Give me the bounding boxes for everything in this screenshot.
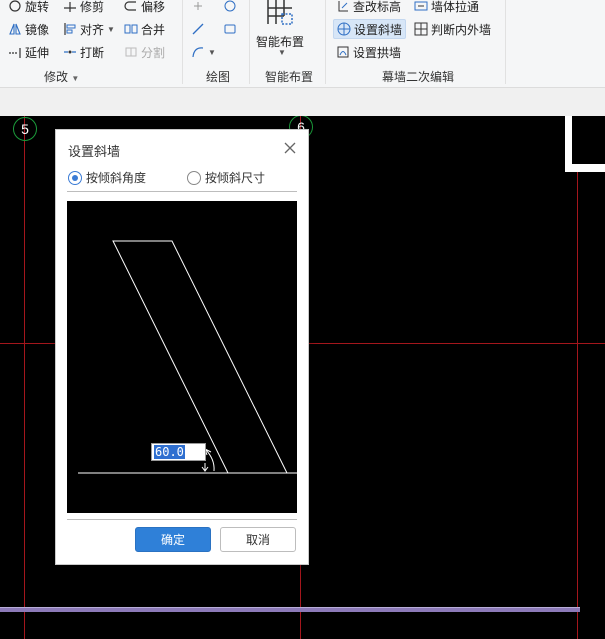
divider <box>67 191 297 192</box>
extend-button[interactable]: 延伸 <box>8 43 49 61</box>
split-button[interactable]: 分割 <box>124 43 165 61</box>
curtain-wall-group-label: 幕墙二次编辑 <box>382 70 455 84</box>
radio-checked-icon <box>68 170 82 185</box>
preview-drawing <box>78 240 297 474</box>
set-arch-wall-button[interactable]: 设置拱墙 <box>336 43 401 61</box>
curve-icon <box>191 45 205 59</box>
elevation-icon <box>336 0 350 13</box>
chevron-down-icon: ▼ <box>208 47 216 57</box>
point-icon <box>191 0 205 13</box>
slant-wall-preview: 60.0 <box>67 201 297 513</box>
merge-button[interactable]: 合并 <box>124 20 165 38</box>
draw-group-label: 绘图 <box>206 70 231 84</box>
ok-button[interactable]: 确定 <box>135 527 211 552</box>
angle-input[interactable]: 60.0 <box>151 443 206 461</box>
align-icon <box>63 22 77 36</box>
radio-by-angle[interactable]: 按倾斜角度 <box>68 169 146 186</box>
check-elevation-button[interactable]: 查改标高 <box>336 0 401 15</box>
wall-stretch-icon <box>414 0 428 13</box>
trim-button[interactable]: 修剪 <box>63 0 104 15</box>
rotate-icon <box>8 0 22 13</box>
ribbon-toolbar: 旋转 修剪 偏移 镜像 对齐 ▼ 合并 延伸 打断 分割 修改 ▼ ▼ 绘图 智… <box>0 0 605 88</box>
offset-icon <box>124 0 138 13</box>
set-slant-wall-button[interactable]: 设置斜墙 <box>333 19 407 39</box>
chevron-down-icon: ▼ <box>278 48 286 57</box>
axis-bubble-5: 5 <box>13 117 37 141</box>
split-icon <box>124 45 138 59</box>
judge-in-out-wall-button[interactable]: 判断内外墙 <box>414 20 491 38</box>
wall-grid-icon <box>414 22 428 36</box>
wall-cutout <box>572 116 605 164</box>
draw-arc-button[interactable] <box>223 0 237 15</box>
mirror-icon <box>8 22 22 36</box>
set-slant-wall-dialog: 设置斜墙 按倾斜角度 按倾斜尺寸 60.0 确定 取消 <box>55 129 309 565</box>
offset-button[interactable]: 偏移 <box>124 0 165 15</box>
trim-icon <box>63 0 77 13</box>
draw-point-button[interactable] <box>191 0 205 15</box>
align-button[interactable]: 对齐 ▼ <box>63 20 115 38</box>
draw-rect-button[interactable] <box>223 20 237 38</box>
toolbar-gap <box>0 88 605 116</box>
arc-icon <box>223 0 237 13</box>
axis-line-7 <box>577 116 578 639</box>
smart-layout-button[interactable]: 智能布置 ▼ <box>256 0 310 60</box>
slant-wall-icon <box>337 22 351 36</box>
radio-unchecked-icon <box>187 170 201 185</box>
chevron-down-icon: ▼ <box>107 24 115 34</box>
extend-icon <box>8 45 22 59</box>
separator <box>249 0 250 84</box>
modify-group-label: 修改 ▼ <box>44 70 80 84</box>
draw-line-button[interactable] <box>191 20 205 38</box>
dialog-title: 设置斜墙 <box>68 144 121 159</box>
separator <box>182 0 183 84</box>
separator <box>325 0 326 84</box>
axis-line-5 <box>24 116 25 639</box>
divider <box>67 519 297 520</box>
curtain-wall-line[interactable] <box>0 607 580 612</box>
chevron-down-icon: ▼ <box>71 74 80 83</box>
close-icon[interactable] <box>282 140 298 156</box>
grid-layout-icon <box>264 0 296 28</box>
mirror-button[interactable]: 镜像 <box>8 20 49 38</box>
merge-icon <box>124 22 138 36</box>
arch-wall-icon <box>336 45 350 59</box>
radio-by-size[interactable]: 按倾斜尺寸 <box>187 169 265 186</box>
rectangle-icon <box>223 22 237 36</box>
wall-stretch-button[interactable]: 墙体拉通 <box>414 0 479 15</box>
cancel-button[interactable]: 取消 <box>220 527 296 552</box>
draw-curve-button[interactable]: ▼ <box>191 43 216 61</box>
break-button[interactable]: 打断 <box>63 43 104 61</box>
smart-layout-group-label: 智能布置 <box>265 70 314 84</box>
line-icon <box>191 22 205 36</box>
rotate-button[interactable]: 旋转 <box>8 0 49 15</box>
separator <box>505 0 506 84</box>
break-icon <box>63 45 77 59</box>
